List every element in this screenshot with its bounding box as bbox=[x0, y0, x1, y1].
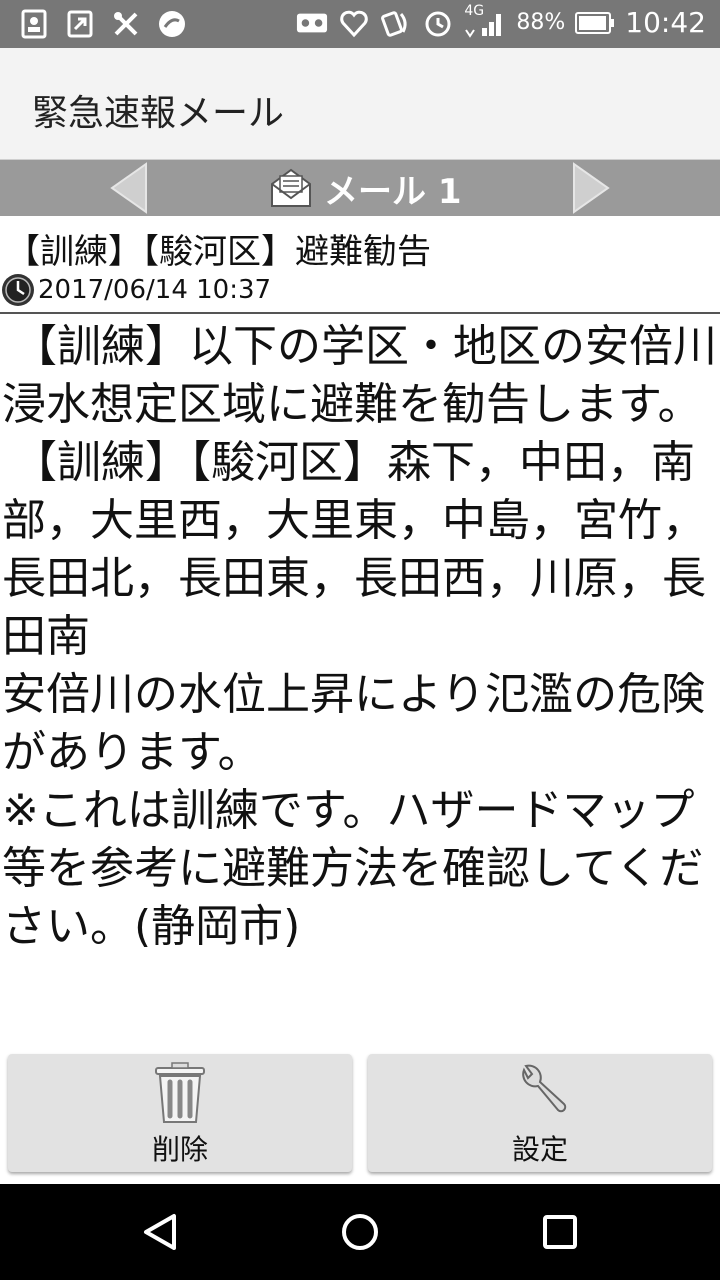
battery-icon bbox=[575, 7, 615, 39]
mail-body-paragraph: 【訓練】【駿河区】森下，中田，南部，大里西，大里東，中島，宮竹，長田北，長田東，… bbox=[2, 437, 706, 662]
app-title: 緊急速報メール bbox=[32, 93, 285, 134]
back-button[interactable] bbox=[140, 1212, 180, 1252]
home-button[interactable] bbox=[340, 1212, 380, 1252]
arrow-left-icon bbox=[110, 162, 147, 214]
settings-button[interactable]: 設定 bbox=[368, 1054, 712, 1172]
delete-button[interactable]: 削除 bbox=[8, 1054, 352, 1172]
back-icon bbox=[144, 1214, 176, 1250]
voicemail-icon bbox=[296, 7, 328, 39]
delete-button-label: 削除 bbox=[151, 1133, 208, 1166]
battery-percent: 88% bbox=[516, 10, 566, 35]
signal-icon: 4G bbox=[464, 3, 506, 39]
tools-icon bbox=[110, 8, 142, 40]
divider bbox=[0, 312, 720, 314]
next-mail-button[interactable] bbox=[570, 162, 610, 214]
emoji-icon bbox=[156, 8, 188, 40]
envelope-icon bbox=[271, 168, 311, 207]
system-nav-bar bbox=[0, 1184, 720, 1280]
clock: 10:42 bbox=[625, 6, 706, 39]
app-icon bbox=[64, 8, 96, 40]
mail-body-paragraph: ※これは訓練です。ハザードマップ等を参考に避難方法を確認してください。(静岡市) bbox=[2, 785, 704, 952]
mail-body-paragraph: 【訓練】以下の学区・地区の安倍川浸水想定区域に避難を勧告します。 bbox=[2, 321, 717, 430]
status-bar: 4G 88% 10:42 bbox=[0, 0, 720, 48]
arrow-right-icon bbox=[573, 162, 610, 214]
mail-body-paragraph: 安倍川の水位上昇により氾濫の危険があります。 bbox=[2, 669, 706, 778]
recent-apps-icon bbox=[543, 1215, 577, 1249]
settings-button-label: 設定 bbox=[511, 1133, 568, 1166]
alarm-icon bbox=[422, 7, 454, 39]
heart-rate-icon bbox=[338, 7, 370, 39]
contacts-icon bbox=[18, 8, 50, 40]
nfc-icon bbox=[380, 7, 412, 39]
app-bar: 緊急速報メール bbox=[0, 48, 720, 160]
recent-apps-button[interactable] bbox=[542, 1214, 578, 1250]
mail-subject: 【訓練】【駿河区】避難勧告 bbox=[6, 232, 431, 272]
mail-body: 【訓練】以下の学区・地区の安倍川浸水想定区域に避難を勧告します。 【訓練】【駿河… bbox=[2, 318, 718, 956]
mail-number: メール 1 bbox=[324, 171, 462, 212]
wrench-icon bbox=[522, 1064, 567, 1113]
mail-indicator: メール 1 bbox=[268, 166, 462, 212]
mail-nav-strip: メール 1 bbox=[0, 160, 720, 216]
home-icon bbox=[342, 1214, 378, 1250]
mail-date-row: 2017/06/14 10:37 bbox=[0, 272, 271, 308]
previous-mail-button[interactable] bbox=[110, 162, 150, 214]
clock-icon bbox=[2, 274, 34, 306]
mail-date: 2017/06/14 10:37 bbox=[38, 275, 272, 305]
trash-icon bbox=[155, 1062, 205, 1123]
